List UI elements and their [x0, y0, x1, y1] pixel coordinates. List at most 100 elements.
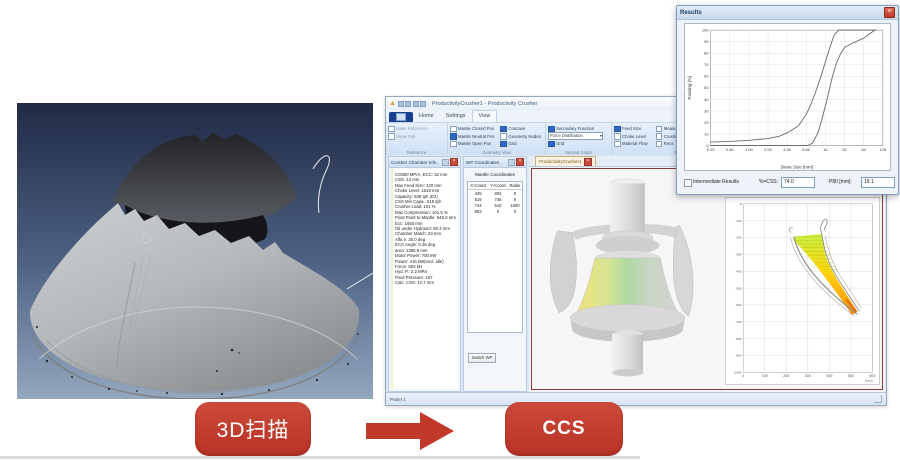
- switch-wp-button[interactable]: Switch WP: [468, 353, 496, 363]
- ribbon-item-concave[interactable]: Concave: [500, 125, 543, 133]
- checkbox[interactable]: [548, 126, 555, 133]
- svg-text:16: 16: [823, 147, 828, 152]
- ribbon-item-show-roll[interactable]: Show Roll: [388, 133, 445, 141]
- results-footer: Intermediate Results %=CSS: 74.0 P80 [mm…: [677, 176, 898, 190]
- css-percent-input[interactable]: 74.0: [781, 177, 815, 188]
- css-percent-label: %=CSS:: [759, 179, 778, 185]
- svg-text:60: 60: [704, 74, 709, 79]
- flange: [570, 304, 685, 331]
- concave-left-segment: [550, 231, 576, 313]
- svg-text:1.00: 1.00: [745, 147, 754, 152]
- top-shaft: [610, 183, 645, 236]
- checkbox[interactable]: [656, 133, 663, 140]
- close-icon[interactable]: [450, 158, 458, 166]
- resize-grip[interactable]: [874, 395, 882, 403]
- profile-chart-svg: 01002003004005006000-100-200-300-400-500…: [725, 197, 880, 385]
- svg-text:300: 300: [805, 374, 811, 378]
- checkbox[interactable]: [450, 133, 457, 140]
- coordinates-table-header: X-CoordY-CoordRadie: [468, 182, 522, 190]
- tab-settings[interactable]: Settings: [440, 111, 472, 122]
- checkbox[interactable]: [388, 133, 395, 140]
- ribbon-item-geometry-nodes[interactable]: Geometry Nodes: [500, 133, 543, 141]
- svg-text:100: 100: [762, 374, 768, 378]
- checkbox[interactable]: [656, 126, 663, 133]
- app-title: ProductivityCrusher1 - Productivity Crus…: [432, 101, 537, 107]
- checkbox[interactable]: [614, 141, 621, 148]
- checkbox-label: Concave: [508, 126, 525, 131]
- checkbox[interactable]: [500, 133, 507, 140]
- file-menu-button[interactable]: [389, 112, 413, 122]
- svg-text:40: 40: [704, 97, 709, 102]
- svg-text:-700: -700: [735, 320, 742, 324]
- ribbon-item-mantle-open-pos[interactable]: Mantle Open Pos: [450, 140, 500, 148]
- panel-title: Crusher Chamber Info.: [391, 160, 442, 165]
- checkbox[interactable]: [614, 133, 621, 140]
- bottom-divider: [0, 456, 640, 459]
- intermediate-results-checkbox[interactable]: [684, 179, 692, 187]
- close-icon[interactable]: [584, 158, 592, 166]
- ribbon-item-grid[interactable]: Grid: [500, 140, 543, 148]
- checkbox[interactable]: [388, 126, 395, 133]
- pin-icon[interactable]: [442, 159, 449, 166]
- chamber-3d-view[interactable]: [532, 169, 723, 389]
- ccs-step-button[interactable]: CCS: [505, 402, 623, 456]
- svg-text:10: 10: [704, 131, 709, 136]
- svg-text:0: 0: [740, 202, 742, 206]
- document-tab[interactable]: ProductivityCrusher1: [535, 156, 596, 166]
- checkbox[interactable]: [500, 141, 507, 148]
- checkbox[interactable]: [450, 126, 457, 133]
- close-icon[interactable]: [516, 158, 524, 166]
- wp-coordinates-panel: WP Coordinates Mantle Coordinates X-Coor…: [463, 156, 527, 392]
- checkbox-label: Recs: [664, 141, 674, 146]
- checkbox[interactable]: [450, 141, 457, 148]
- coord-row: 7445101500: [468, 202, 522, 208]
- quick-access-icon[interactable]: [405, 101, 411, 107]
- ribbon-item-material-flow[interactable]: Material Flow: [614, 140, 656, 148]
- ribbon-item-mantle-closed-pos[interactable]: Mantle Closed Pos: [450, 125, 500, 133]
- checkbox[interactable]: [656, 141, 663, 148]
- coord-row: 5157460: [468, 196, 522, 202]
- wp-coordinates-header[interactable]: WP Coordinates: [464, 157, 526, 168]
- column-header: X-Coord: [468, 182, 488, 190]
- results-chart-svg: 0.250.501.002.004.008.001632641280102030…: [685, 24, 890, 170]
- shaft-bottom-cap: [612, 369, 643, 376]
- quick-access-icon[interactable]: [420, 101, 426, 107]
- file-menu-icon: [396, 113, 406, 121]
- tab-view[interactable]: View: [472, 110, 498, 122]
- svg-text:Passing [%]: Passing [%]: [687, 76, 692, 100]
- close-icon[interactable]: [884, 7, 895, 18]
- pin-icon[interactable]: [508, 159, 515, 166]
- chamber-profile-chart[interactable]: 01002003004005006000-100-200-300-400-500…: [723, 169, 882, 389]
- force-distribution-dropdown[interactable]: Force Distribution▾: [548, 133, 609, 141]
- svg-text:8.00: 8.00: [802, 147, 811, 152]
- checkbox[interactable]: [548, 141, 555, 148]
- results-chart-box: 0.250.501.002.004.008.001632641280102030…: [684, 23, 891, 171]
- checkbox-label: Geometry Nodes: [508, 134, 540, 139]
- scan-step-button[interactable]: 3D扫描: [195, 402, 311, 456]
- checkbox-label: Grid: [556, 141, 564, 146]
- svg-text:128: 128: [880, 147, 887, 152]
- results-titlebar[interactable]: Results: [677, 6, 898, 20]
- chamber-info-panel: Crusher Chamber Info. CG800 MP/A, ECC: 3…: [388, 156, 461, 392]
- chamber-info-header[interactable]: Crusher Chamber Info.: [389, 157, 460, 168]
- column-header: Y-Coord: [488, 182, 508, 190]
- p80-input[interactable]: 19.1: [861, 177, 895, 188]
- tab-home[interactable]: Home: [413, 111, 440, 122]
- ribbon-item-mantle-neutral-pos[interactable]: Mantle Neutral Pos: [450, 133, 500, 141]
- quick-access-icon[interactable]: [398, 101, 404, 107]
- quick-access-icon[interactable]: [413, 101, 419, 107]
- svg-text:0.50: 0.50: [726, 147, 735, 152]
- checkbox[interactable]: [500, 126, 507, 133]
- profile-grid: 01002003004005006000-100-200-300-400-500…: [733, 202, 875, 382]
- checkbox-label: Feed Size: [622, 126, 641, 131]
- mantle-coordinates-title: Mantle Coordinates: [464, 172, 526, 177]
- svg-text:0: 0: [742, 374, 744, 378]
- ribbon-item-feed-size[interactable]: Feed Size: [614, 125, 656, 133]
- checkbox[interactable]: [614, 126, 621, 133]
- svg-text:Sieve Size [mm]: Sieve Size [mm]: [780, 164, 813, 169]
- ribbon-item-choke-level[interactable]: Choke Level: [614, 133, 656, 141]
- document-tab-label: ProductivityCrusher1: [539, 159, 582, 164]
- ribbon-item-make-reference[interactable]: Make Reference: [388, 125, 445, 133]
- ribbon-item-grid[interactable]: Grid: [548, 140, 609, 148]
- checkbox-label: Mantle Neutral Pos: [458, 134, 495, 139]
